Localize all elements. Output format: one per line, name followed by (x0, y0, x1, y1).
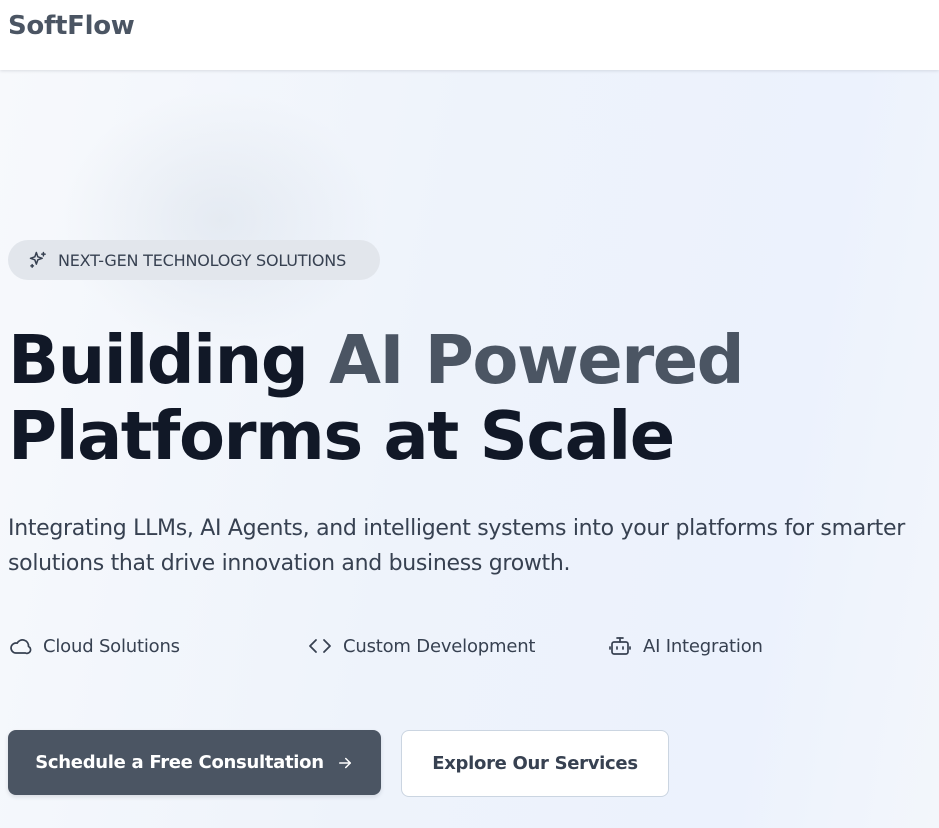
top-navbar: SoftFlow (0, 0, 939, 70)
code-icon (308, 634, 332, 658)
hero-background-glow (60, 90, 380, 350)
hero-subtitle: Integrating LLMs, AI Agents, and intelli… (8, 516, 905, 576)
hero-badge-text: NEXT-GEN TECHNOLOGY SOLUTIONS (58, 250, 347, 270)
explore-services-label: Explore Our Services (432, 753, 638, 774)
explore-services-button[interactable]: Explore Our Services (401, 730, 669, 797)
schedule-consultation-button[interactable]: Schedule a Free Consultation (8, 730, 381, 795)
brand-logo[interactable]: SoftFlow (8, 9, 135, 43)
hero-headline: Building AI Powered Platforms at Scale (8, 321, 745, 475)
bot-icon (608, 634, 632, 658)
feature-label: Cloud Solutions (43, 635, 180, 657)
headline-part1: Building (8, 321, 330, 399)
headline-highlight: AI Powered (329, 321, 745, 399)
arrow-right-icon (336, 754, 354, 772)
hero-section: NEXT-GEN TECHNOLOGY SOLUTIONS Building A… (0, 70, 939, 828)
hero-badge: NEXT-GEN TECHNOLOGY SOLUTIONS (8, 240, 380, 280)
headline-line2: Platforms at Scale (8, 397, 675, 475)
schedule-consultation-label: Schedule a Free Consultation (35, 752, 324, 773)
feature-cloud-solutions: Cloud Solutions (8, 631, 180, 661)
feature-label: AI Integration (643, 635, 763, 657)
cloud-icon (8, 634, 32, 658)
feature-ai-integration: AI Integration (608, 631, 763, 661)
sparkles-icon (28, 250, 48, 270)
feature-label: Custom Development (343, 635, 536, 657)
feature-custom-development: Custom Development (308, 631, 535, 661)
